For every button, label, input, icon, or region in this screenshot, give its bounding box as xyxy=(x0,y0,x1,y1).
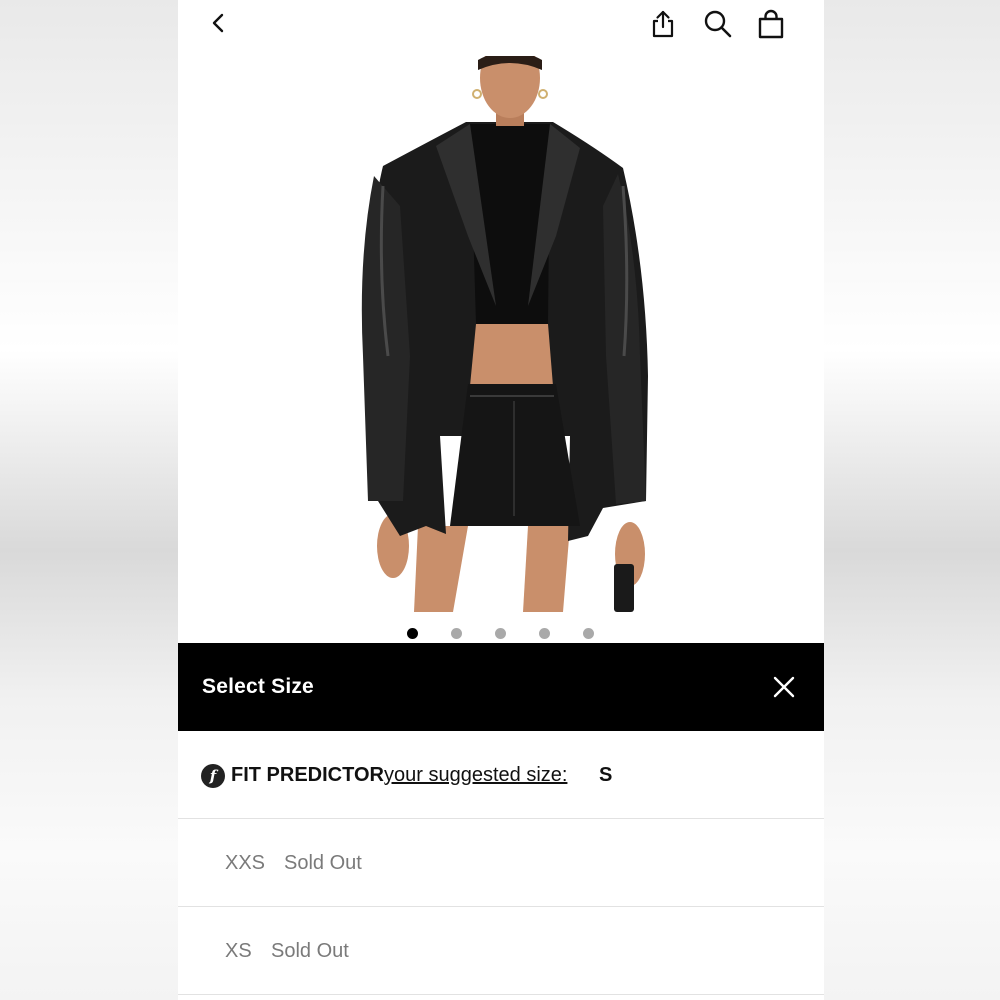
select-size-header: Select Size xyxy=(178,643,824,731)
fit-predictor-label: FIT PREDICTOR xyxy=(231,764,384,786)
sold-out-label: Sold Out xyxy=(284,852,362,874)
product-image[interactable] xyxy=(178,56,824,616)
sold-out-label: Sold Out xyxy=(271,940,349,962)
fit-predictor-row: f FIT PREDICTOR your suggested size: S xyxy=(178,731,824,819)
carousel-dot-4[interactable] xyxy=(539,628,550,639)
carousel-dot-5[interactable] xyxy=(583,628,594,639)
share-icon[interactable] xyxy=(648,8,678,40)
size-option-xxs[interactable]: XXS Sold Out xyxy=(178,819,824,907)
search-icon[interactable] xyxy=(702,8,734,40)
carousel-dot-2[interactable] xyxy=(451,628,462,639)
size-label: XXS xyxy=(225,852,266,874)
close-icon[interactable] xyxy=(771,674,797,700)
shopping-bag-icon[interactable] xyxy=(755,8,787,40)
app-screen: Select Size f FIT PREDICTOR your suggest… xyxy=(178,0,824,1000)
chevron-left-icon[interactable] xyxy=(206,10,232,36)
fit-predictor-logo-icon: f xyxy=(201,764,225,788)
suggested-size-value: S xyxy=(599,764,613,786)
carousel-dot-3[interactable] xyxy=(495,628,506,639)
size-option-xs[interactable]: XS Sold Out xyxy=(178,907,824,995)
carousel-indicator xyxy=(178,626,824,642)
model-photo xyxy=(361,56,648,612)
size-label: XS xyxy=(225,940,252,962)
carousel-dot-1[interactable] xyxy=(407,628,418,639)
select-size-title: Select Size xyxy=(202,675,314,698)
top-navigation-bar xyxy=(178,0,824,56)
suggested-size-link[interactable]: your suggested size: xyxy=(384,764,567,787)
